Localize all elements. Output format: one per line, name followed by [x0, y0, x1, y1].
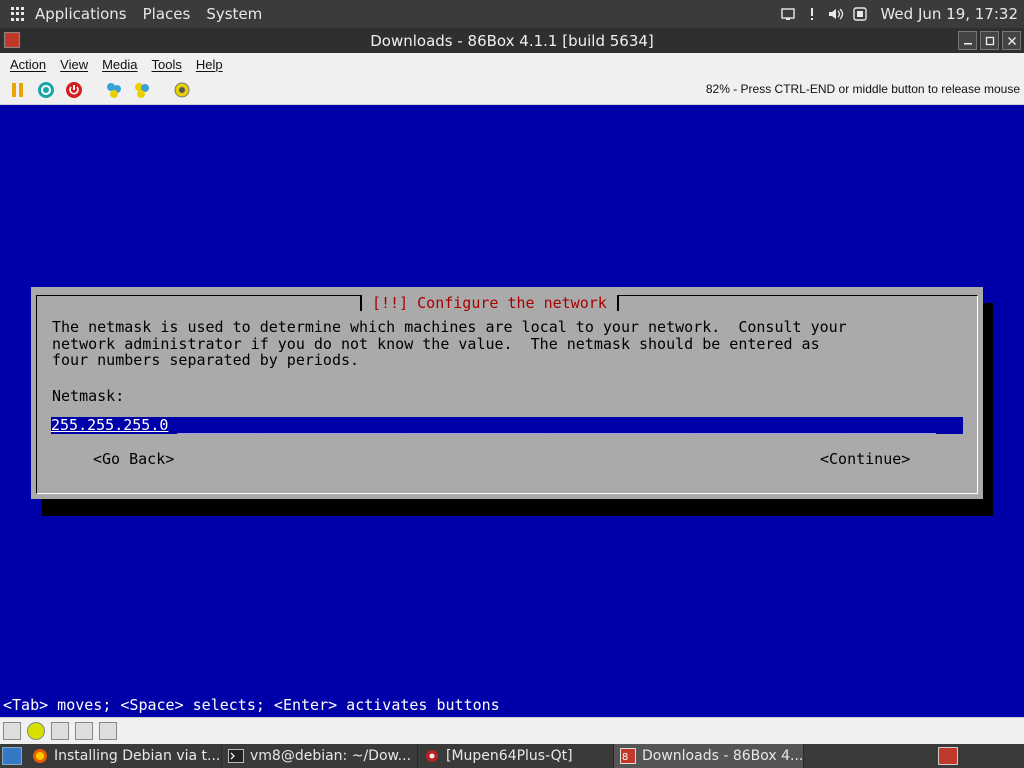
taskbar-item-firefox[interactable]: Installing Debian via t... — [26, 744, 222, 768]
ctrl-alt-del-icon[interactable] — [104, 80, 124, 100]
toolbar: 82% - Press CTRL-END or middle button to… — [0, 75, 1024, 105]
netmask-label: Netmask: — [52, 387, 125, 405]
cdrom-icon[interactable] — [27, 722, 45, 740]
window-title: Downloads - 86Box 4.1.1 [build 5634] — [370, 31, 654, 50]
toolbar-status-message: 82% - Press CTRL-END or middle button to… — [705, 82, 1020, 96]
continue-button[interactable]: <Continue> — [820, 450, 910, 468]
86box-app-icon[interactable] — [4, 32, 20, 48]
minimize-button[interactable] — [958, 31, 977, 50]
window-controls — [958, 31, 1021, 50]
terminal-icon — [228, 748, 244, 764]
ctrl-alt-esc-icon[interactable] — [132, 80, 152, 100]
notification-icon[interactable] — [804, 6, 820, 22]
taskbar: Installing Debian via t... vm8@debian: ~… — [0, 744, 1024, 768]
pause-icon[interactable] — [8, 80, 28, 100]
system-tray: Wed Jun 19, 17:32 — [780, 0, 1018, 28]
mupen-icon — [424, 748, 440, 764]
network-card-icon[interactable] — [75, 722, 93, 740]
menubar: Action View Media Tools Help — [0, 53, 1024, 75]
go-back-button[interactable]: <Go Back> — [93, 450, 174, 468]
workspace-switcher-icon[interactable] — [938, 747, 958, 765]
menu-tools[interactable]: Tools — [152, 57, 182, 72]
window-titlebar[interactable]: Downloads - 86Box 4.1.1 [build 5634] — [0, 28, 1024, 53]
description-line: The netmask is used to determine which m… — [52, 318, 847, 336]
show-desktop-button[interactable] — [2, 747, 22, 765]
network-icon[interactable] — [780, 6, 796, 22]
menu-view[interactable]: View — [60, 57, 88, 72]
description-line: four numbers separated by periods. — [52, 351, 360, 369]
top-panel: Applications Places System Wed Jun 19, 1… — [0, 0, 1024, 28]
sound-icon[interactable] — [99, 722, 117, 740]
hard-disk-icon[interactable] — [51, 722, 69, 740]
maximize-button[interactable] — [980, 31, 999, 50]
firefox-icon — [32, 748, 48, 764]
netmask-value: 255.255.255.0 — [51, 417, 169, 434]
menu-media[interactable]: Media — [102, 57, 137, 72]
installer-dialog: [!!] Configure the network The netmask i… — [31, 287, 983, 499]
menu-action[interactable]: Action — [10, 57, 46, 72]
close-button[interactable] — [1002, 31, 1021, 50]
taskbar-item-mupen[interactable]: [Mupen64Plus-Qt] — [418, 744, 614, 768]
floppy-icon[interactable] — [3, 722, 21, 740]
taskbar-item-86box[interactable]: 8 Downloads - 86Box 4.... — [614, 744, 804, 768]
apps-grid-icon[interactable] — [11, 7, 25, 21]
panel-menu-places[interactable]: Places — [143, 5, 191, 23]
dialog-description: The netmask is used to determine which m… — [52, 319, 962, 369]
task-label: [Mupen64Plus-Qt] — [446, 748, 573, 764]
screen-icon[interactable] — [852, 6, 868, 22]
dialog-title: [!!] Configure the network — [360, 295, 619, 311]
panel-menu-system[interactable]: System — [206, 5, 262, 23]
menu-help[interactable]: Help — [196, 57, 223, 72]
power-icon[interactable] — [64, 80, 84, 100]
86box-icon: 8 — [620, 748, 636, 764]
emulator-statusbar — [0, 717, 1024, 744]
reset-icon[interactable] — [36, 80, 56, 100]
task-label: vm8@debian: ~/Dow... — [250, 748, 412, 764]
settings-icon[interactable] — [172, 80, 192, 100]
panel-clock[interactable]: Wed Jun 19, 17:32 — [880, 5, 1018, 23]
panel-menu-applications[interactable]: Applications — [35, 5, 127, 23]
task-label: Installing Debian via t... — [54, 748, 221, 764]
taskbar-item-terminal[interactable]: vm8@debian: ~/Dow... — [222, 744, 418, 768]
task-label: Downloads - 86Box 4.... — [642, 748, 804, 764]
installer-help-line: <Tab> moves; <Space> selects; <Enter> ac… — [3, 696, 500, 714]
emulator-screen[interactable]: [!!] Configure the network The netmask i… — [0, 105, 1024, 717]
volume-icon[interactable] — [828, 6, 844, 22]
netmask-fill: ________________________________________… — [168, 417, 937, 434]
svg-text:8: 8 — [622, 752, 628, 763]
netmask-input[interactable]: 255.255.255.0 __________________________… — [51, 417, 963, 434]
description-line: network administrator if you do not know… — [52, 334, 820, 353]
